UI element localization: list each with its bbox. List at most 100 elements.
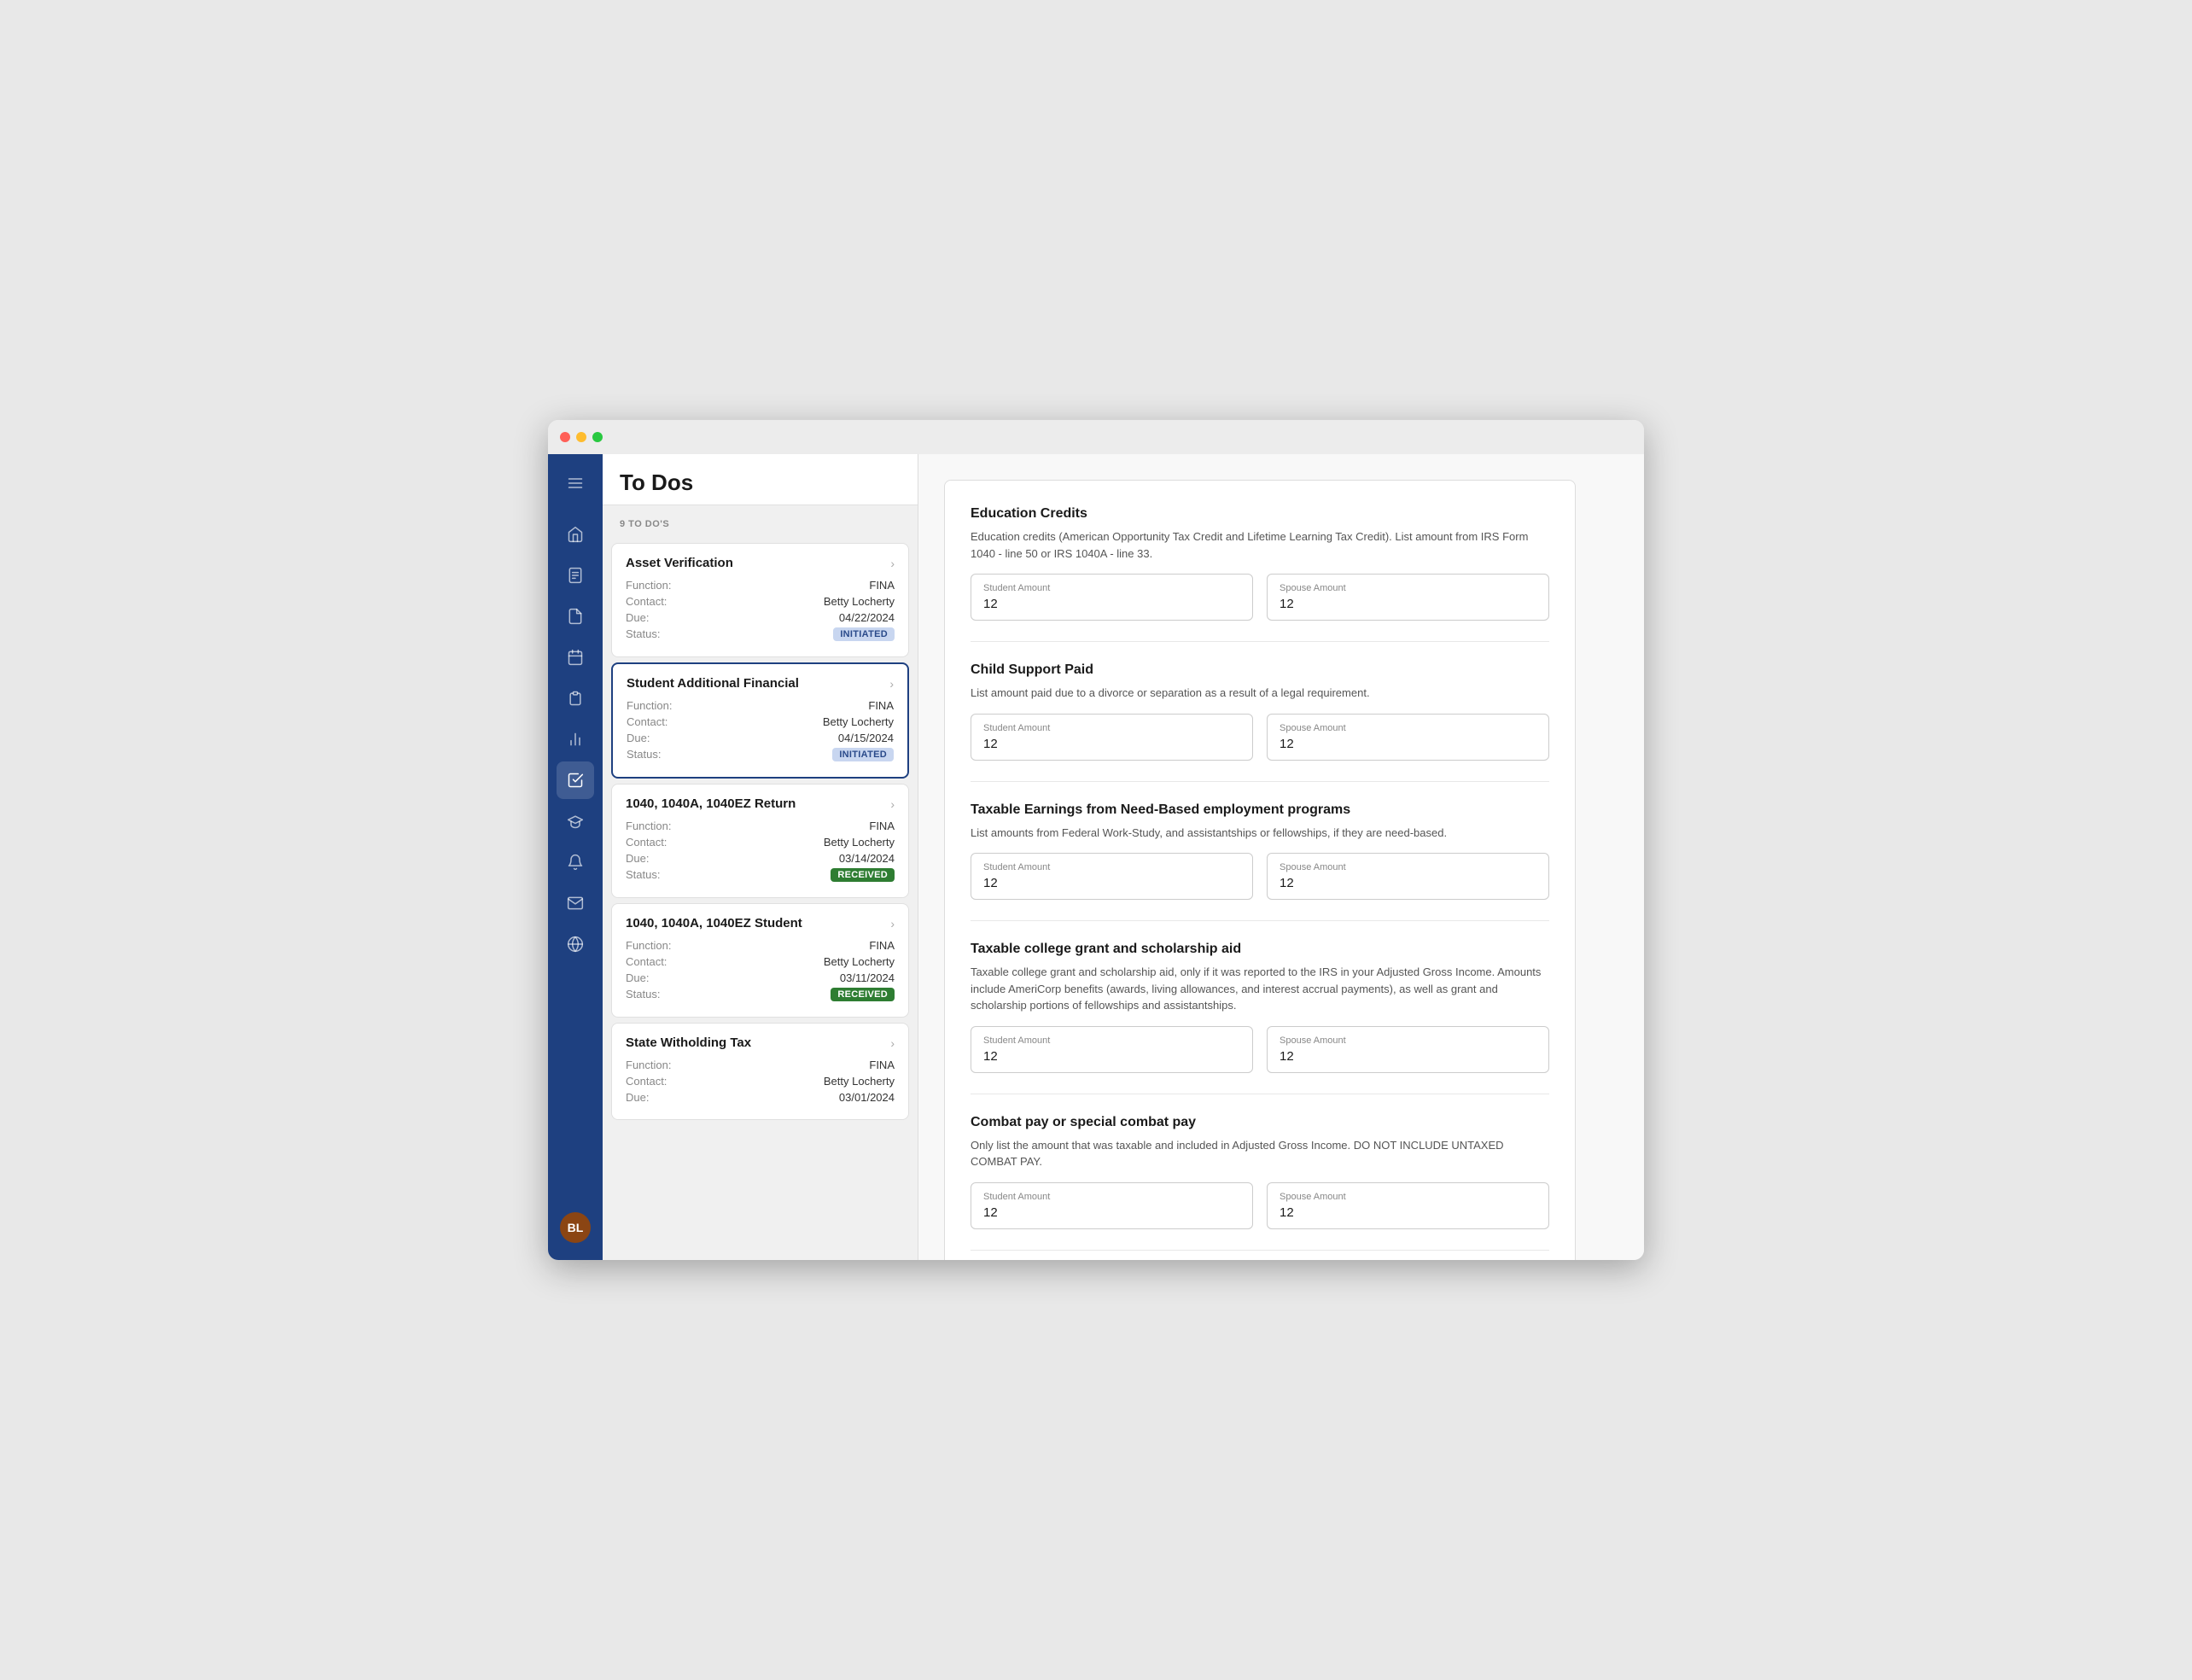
nav-chart-icon[interactable] [557, 720, 594, 758]
due-label: Due: [626, 1091, 649, 1104]
due-value: 03/01/2024 [839, 1091, 895, 1104]
due-label: Due: [626, 611, 649, 624]
app-layout: BL To Dos 9 TO DO'S Asset Verification ›… [548, 454, 1644, 1260]
child-support-amounts: Student Amount 12 Spouse Amount 12 [971, 714, 1549, 761]
function-value: FINA [869, 820, 895, 832]
nav-menu-icon[interactable] [557, 464, 594, 502]
todo-function-row: Function: FINA [626, 1059, 895, 1071]
avatar[interactable]: BL [560, 1212, 591, 1243]
todo-function-row: Function: FINA [626, 820, 895, 832]
child-support-spouse-field[interactable]: Spouse Amount 12 [1267, 714, 1549, 761]
function-label: Function: [626, 939, 671, 952]
taxable-earnings-title: Taxable Earnings from Need-Based employm… [971, 802, 1549, 818]
titlebar [548, 420, 1644, 454]
nav-document-icon[interactable] [557, 557, 594, 594]
taxable-earnings-desc: List amounts from Federal Work-Study, an… [971, 825, 1549, 842]
contact-label: Contact: [626, 836, 667, 849]
todo-contact-row: Contact: Betty Locherty [626, 595, 895, 608]
taxable-earnings-spouse-field[interactable]: Spouse Amount 12 [1267, 853, 1549, 900]
nav-clipboard-icon[interactable] [557, 680, 594, 717]
status-label: Status: [626, 868, 660, 882]
todo-item-header: Student Additional Financial › [627, 676, 894, 691]
todo-item-student-additional-financial[interactable]: Student Additional Financial › Function:… [611, 662, 909, 779]
todo-item-header: 1040, 1040A, 1040EZ Student › [626, 916, 895, 930]
education-spouse-field[interactable]: Spouse Amount 12 [1267, 574, 1549, 621]
combat-pay-amounts: Student Amount 12 Spouse Amount 12 [971, 1182, 1549, 1229]
function-value: FINA [869, 939, 895, 952]
taxable-grant-spouse-value: 12 [1280, 1049, 1536, 1064]
nav-mail-icon[interactable] [557, 884, 594, 922]
child-support-title: Child Support Paid [971, 662, 1549, 678]
education-student-value: 12 [983, 597, 1240, 611]
todo-list: Asset Verification › Function: FINA Cont… [603, 538, 918, 1260]
function-label: Function: [626, 1059, 671, 1071]
combat-pay-spouse-label: Spouse Amount [1280, 1192, 1536, 1202]
status-label: Status: [626, 988, 660, 1001]
nav-file-icon[interactable] [557, 598, 594, 635]
function-label: Function: [626, 579, 671, 592]
combat-pay-title: Combat pay or special combat pay [971, 1115, 1549, 1130]
taxable-earnings-student-field[interactable]: Student Amount 12 [971, 853, 1253, 900]
combat-pay-section: Combat pay or special combat pay Only li… [971, 1115, 1549, 1251]
function-value: FINA [869, 1059, 895, 1071]
todo-item-1040-student[interactable]: 1040, 1040A, 1040EZ Student › Function: … [611, 903, 909, 1018]
taxable-grant-title: Taxable college grant and scholarship ai… [971, 942, 1549, 957]
contact-value: Betty Locherty [824, 1075, 895, 1088]
nav-bell-icon[interactable] [557, 843, 594, 881]
todo-item-header: 1040, 1040A, 1040EZ Return › [626, 796, 895, 811]
todo-due-row: Due: 03/01/2024 [626, 1091, 895, 1104]
todo-item-1040-return[interactable]: 1040, 1040A, 1040EZ Return › Function: F… [611, 784, 909, 898]
taxable-grant-spouse-label: Spouse Amount [1280, 1035, 1536, 1046]
contact-label: Contact: [626, 595, 667, 608]
education-student-label: Student Amount [983, 583, 1240, 593]
education-credits-desc: Education credits (American Opportunity … [971, 528, 1549, 562]
status-badge: INITIATED [832, 748, 894, 761]
minimize-button[interactable] [576, 432, 586, 442]
education-credits-section: Education Credits Education credits (Ame… [971, 506, 1549, 642]
nav-globe-icon[interactable] [557, 925, 594, 963]
todo-contact-row: Contact: Betty Locherty [626, 836, 895, 849]
todo-contact-row: Contact: Betty Locherty [626, 955, 895, 968]
maximize-button[interactable] [592, 432, 603, 442]
close-button[interactable] [560, 432, 570, 442]
function-label: Function: [626, 820, 671, 832]
status-badge: INITIATED [833, 627, 895, 641]
nav-home-icon[interactable] [557, 516, 594, 553]
taxable-grant-student-field[interactable]: Student Amount 12 [971, 1026, 1253, 1073]
todo-item-asset-verification[interactable]: Asset Verification › Function: FINA Cont… [611, 543, 909, 657]
nav-tasks-icon[interactable] [557, 761, 594, 799]
nav-graduation-icon[interactable] [557, 802, 594, 840]
taxable-earnings-student-label: Student Amount [983, 862, 1240, 872]
nav-calendar-icon[interactable] [557, 639, 594, 676]
child-support-student-label: Student Amount [983, 723, 1240, 733]
todo-item-title: 1040, 1040A, 1040EZ Return [626, 796, 796, 811]
todo-item-header: State Witholding Tax › [626, 1035, 895, 1050]
child-support-section: Child Support Paid List amount paid due … [971, 662, 1549, 782]
sidebar-header: To Dos [603, 454, 918, 505]
taxable-earnings-spouse-label: Spouse Amount [1280, 862, 1536, 872]
education-spouse-label: Spouse Amount [1280, 583, 1536, 593]
icon-sidebar: BL [548, 454, 603, 1260]
contact-label: Contact: [626, 1075, 667, 1088]
due-value: 04/15/2024 [838, 732, 894, 744]
todo-status-row: Status: RECEIVED [626, 868, 895, 882]
function-label: Function: [627, 699, 672, 712]
taxable-grant-spouse-field[interactable]: Spouse Amount 12 [1267, 1026, 1549, 1073]
todo-item-header: Asset Verification › [626, 556, 895, 570]
combat-pay-student-field[interactable]: Student Amount 12 [971, 1182, 1253, 1229]
todo-due-row: Due: 04/15/2024 [627, 732, 894, 744]
education-student-field[interactable]: Student Amount 12 [971, 574, 1253, 621]
due-label: Due: [627, 732, 650, 744]
contact-value: Betty Locherty [824, 836, 895, 849]
status-label: Status: [626, 627, 660, 641]
combat-pay-spouse-field[interactable]: Spouse Amount 12 [1267, 1182, 1549, 1229]
chevron-right-icon: › [890, 557, 895, 570]
taxable-grant-section: Taxable college grant and scholarship ai… [971, 942, 1549, 1094]
todo-function-row: Function: FINA [627, 699, 894, 712]
todo-item-state-withholding[interactable]: State Witholding Tax › Function: FINA Co… [611, 1023, 909, 1120]
contact-value: Betty Locherty [824, 595, 895, 608]
taxable-grant-amounts: Student Amount 12 Spouse Amount 12 [971, 1026, 1549, 1073]
child-support-student-field[interactable]: Student Amount 12 [971, 714, 1253, 761]
taxable-grant-student-label: Student Amount [983, 1035, 1240, 1046]
chevron-right-icon: › [890, 1036, 895, 1050]
